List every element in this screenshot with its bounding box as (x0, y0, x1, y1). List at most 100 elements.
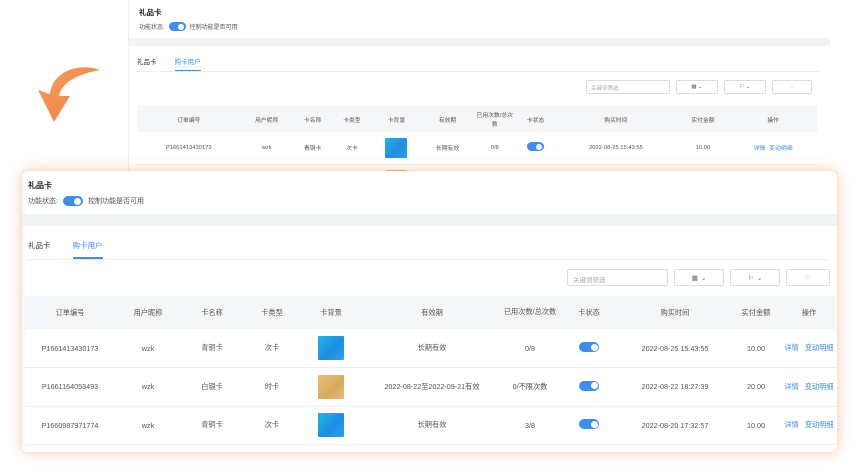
flag-icon: ⚐ ⌄ (739, 84, 751, 90)
bg-usage: 0/8 (473, 132, 516, 165)
status-toggle[interactable] (579, 342, 599, 352)
col-user: 用户昵称 (116, 296, 180, 329)
col-purchase-time: 购买时间 (620, 296, 730, 329)
bg-card-type: 次卡 (332, 132, 372, 165)
card-status (558, 406, 620, 445)
bg-details-link[interactable]: 详情 (754, 146, 766, 152)
bg-feature-toggle[interactable] (168, 22, 186, 31)
state-label: 功能状态: (28, 198, 58, 205)
grid-view-button[interactable]: ▦ ⌄ (674, 269, 724, 286)
refresh-button[interactable]: ◌ (786, 269, 830, 286)
bg-table-header-row: 订单编号 用户昵称 卡名称 卡类型 卡背景 有效期 已用次数/总次数 卡状态 购… (137, 106, 817, 132)
col-status: 卡状态 (558, 296, 620, 329)
tab-buyers[interactable]: 购卡用户 (72, 240, 103, 259)
bg-col-header: 操作 (729, 106, 817, 132)
usage-count: 3/8 (502, 406, 558, 445)
feature-state: 功能状态: 控制功能是否可用 (28, 196, 837, 206)
amount-paid: 10.00 (730, 329, 782, 368)
table-row: P1661164053493 wzk 白银卡 时卡 2022-08-22至202… (24, 367, 836, 407)
bg-tab-gift-card[interactable]: 礼品卡 (137, 56, 157, 71)
bg-card-background (371, 132, 422, 165)
bg-status-toggle[interactable] (526, 142, 544, 152)
card-name: 青铜卡 (180, 329, 244, 368)
user-nickname: wzk (116, 406, 180, 445)
details-link[interactable]: 详情 (784, 382, 798, 391)
bg-tab-buyers[interactable]: 购卡用户 (174, 56, 201, 71)
purchase-time: 2022-08-20 17:32:57 (620, 406, 730, 445)
background-preview-card: 礼品卡 功能状态: 控制功能是否可用 礼品卡 购卡用户 关键词筛选 ▦ ⌄ ⚐ … (128, 0, 830, 180)
details-link[interactable]: 详情 (784, 343, 798, 352)
toolbar: 关键词筛选 ▦ ⌄ ⚐ ⌄ ◌ (22, 260, 837, 296)
bg-col-header: 已用次数/总次数 (473, 106, 516, 132)
feature-toggle[interactable] (62, 196, 83, 206)
bg-feature-state: 功能状态: 控制功能是否可用 (139, 22, 820, 31)
status-toggle[interactable] (579, 419, 599, 430)
bg-col-header: 卡名称 (292, 106, 333, 132)
validity: 2022-08-22至2022-09-21有效 (362, 367, 502, 407)
filter-button[interactable]: ⚐ ⌄ (730, 269, 780, 286)
details-link[interactable]: 详情 (784, 420, 798, 429)
table-row: P1661413430173 wzk 青铜卡 次卡 长期有效 0/8 2022-… (24, 329, 836, 368)
changes-link[interactable]: 变动明细 (805, 343, 834, 352)
bg-col-header: 卡背景 (371, 106, 422, 132)
chevron-down-icon: ⌄ (756, 274, 763, 282)
user-nickname: wzk (116, 329, 180, 368)
amount-paid: 10.00 (730, 406, 782, 445)
orders-table: 订单编号 用户昵称 卡名称 卡类型 卡背景 有效期 已用次数/总次数 卡状态 购… (24, 296, 836, 445)
col-usage: 已用次数/总次数 (502, 296, 558, 329)
bg-card-name: 青铜卡 (292, 132, 333, 165)
row-actions: 详情 变动明细 (782, 406, 836, 445)
col-card-type: 卡类型 (244, 296, 300, 329)
bg-changes-link[interactable]: 变动明细 (769, 146, 792, 152)
chevron-down-icon: ⌄ (700, 274, 707, 282)
changes-link[interactable]: 变动明细 (805, 382, 834, 391)
purchase-time: 2022-08-22 18:27:39 (620, 367, 730, 407)
flag-icon: ⚐ (747, 274, 754, 282)
bg-grid-button[interactable]: ▦ ⌄ (676, 80, 718, 94)
order-id: P1661413430173 (24, 329, 116, 368)
order-id: P1661164053493 (24, 367, 116, 407)
card-type: 次卡 (244, 406, 300, 445)
bg-col-header: 卡类型 (332, 106, 372, 132)
table-row: P1660987971774 wzk 青铜卡 次卡 长期有效 3/8 2022-… (24, 406, 836, 445)
tabs: 礼品卡 购卡用户 (28, 226, 828, 260)
search-input[interactable]: 关键词筛选 (567, 269, 668, 286)
card-bg-thumbnail (318, 413, 344, 438)
card-background (300, 329, 362, 368)
bg-toolbar: 关键词筛选 ▦ ⌄ ⚐ ⌄ ◌ (129, 72, 830, 102)
card-type: 次卡 (244, 329, 300, 368)
bg-separator (129, 38, 830, 46)
tab-gift-card[interactable]: 礼品卡 (28, 240, 51, 259)
status-toggle[interactable] (579, 380, 599, 391)
bg-amount: 10.00 (676, 132, 730, 165)
card-name: 青铜卡 (180, 406, 244, 445)
usage-count: 0/不限次数 (502, 367, 558, 407)
page-title: 礼品卡 (28, 181, 52, 190)
row-actions: 详情 变动明细 (782, 329, 836, 368)
col-actions: 操作 (782, 296, 836, 329)
panel-header: 礼品卡 功能状态: 控制功能是否可用 (22, 171, 837, 211)
bg-col-header: 订单编号 (137, 106, 241, 132)
changes-link[interactable]: 变动明细 (805, 420, 834, 429)
bg-filter-button[interactable]: ⚐ ⌄ (724, 80, 766, 94)
grid-icon: ▦ ⌄ (691, 84, 703, 90)
col-amount: 实付金额 (730, 296, 782, 329)
bg-search-input[interactable]: 关键词筛选 (586, 80, 670, 94)
card-bg-thumbnail (318, 336, 344, 360)
col-validity: 有效期 (362, 296, 502, 329)
bg-actions: 详情 变动明细 (729, 132, 817, 165)
grid-icon: ▦ (691, 274, 698, 282)
bg-state-label: 功能状态: (139, 25, 165, 31)
refresh-icon: ◌ (806, 274, 810, 281)
col-card-name: 卡名称 (180, 296, 244, 329)
bg-card-status (515, 132, 556, 165)
card-status (558, 329, 620, 368)
gift-card-panel: 礼品卡 功能状态: 控制功能是否可用 礼品卡 购卡用户 关键词筛选 ▦ ⌄ ⚐ ⌄ … (22, 171, 837, 452)
card-name: 白银卡 (180, 367, 244, 407)
usage-count: 0/8 (502, 329, 558, 368)
bg-purchase-time: 2022-08-25 15:43:55 (555, 132, 677, 165)
card-background (300, 406, 362, 445)
refresh-icon: ◌ (790, 84, 794, 90)
validity: 长期有效 (362, 406, 502, 445)
bg-refresh-button[interactable]: ◌ (772, 80, 812, 94)
